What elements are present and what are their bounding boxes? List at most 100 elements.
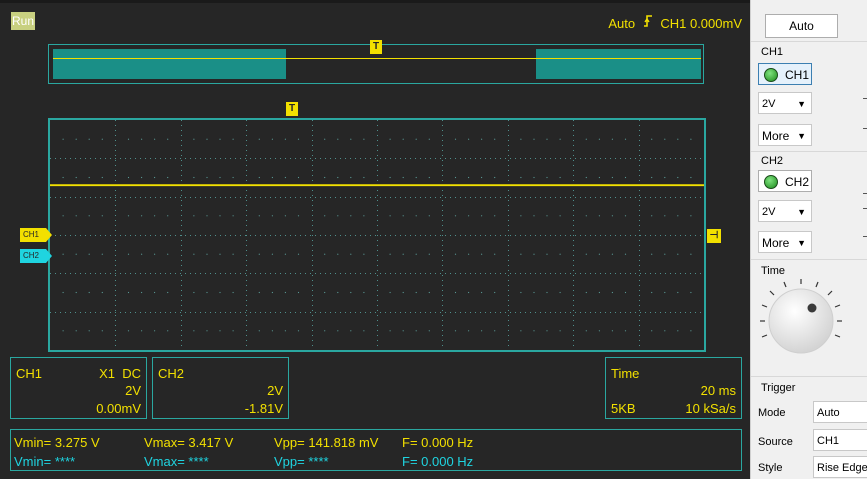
timebase-knob[interactable] (756, 275, 846, 365)
ch1-toggle-button[interactable]: CH1 (758, 63, 812, 85)
grid-minor-dot (219, 291, 221, 294)
chevron-down-icon: ▼ (797, 207, 806, 217)
grid-minor-dot (690, 215, 692, 217)
ch1-offset-marker[interactable]: CH1 (20, 228, 52, 242)
grid-minor-dot (585, 253, 587, 255)
grid-minor-dot (624, 176, 627, 179)
grid-minor-dot (167, 215, 169, 217)
grid-minor-dot (624, 215, 627, 217)
run-status-badge[interactable]: Run (11, 12, 35, 30)
grid-minor-dot (651, 138, 653, 140)
grid-minor-dot (664, 291, 666, 294)
grid-minor-dot (141, 291, 143, 294)
grid-minor-dot (258, 176, 260, 179)
grid-minor-dot (494, 330, 496, 332)
grid-minor-dot (454, 138, 457, 140)
knob-dial-icon (760, 279, 842, 354)
grid-minor-dot (284, 291, 286, 294)
grid-minor-dot (415, 330, 417, 332)
grid-minor-dot (219, 138, 221, 140)
trigger-source-select[interactable]: CH1 (813, 429, 867, 451)
grid-minor-dot (350, 215, 352, 217)
trigger-mode-text: Auto (608, 16, 636, 31)
ch2-status-led-icon (764, 175, 778, 189)
grid-minor-dot (677, 253, 679, 255)
grid-minor-dot (271, 253, 273, 255)
ch1-toggle-label: CH1 (785, 68, 810, 82)
ch2-volts-select[interactable]: 2V ▼ (758, 200, 812, 222)
grid-minor-dot (350, 330, 352, 332)
trigger-level-marker[interactable]: ⊣ (707, 229, 721, 243)
trigger-position-marker[interactable]: T (286, 102, 298, 116)
grid-minor-dot (127, 330, 130, 332)
grid-minor-dot (402, 138, 404, 140)
grid-minor-dot (677, 330, 679, 332)
grid-minor-dot (533, 176, 535, 179)
grid-minor-dot (664, 176, 666, 179)
grid-minor-dot (389, 176, 391, 179)
grid-minor-dot (415, 253, 417, 255)
grid-minor-dot (141, 176, 143, 179)
grid-minor-dot (520, 215, 522, 217)
auto-button[interactable]: Auto (765, 14, 838, 38)
trigger-style-select[interactable]: Rise Edge (813, 456, 867, 478)
grid-minor-dot (428, 291, 430, 294)
waveform-graticule[interactable] (48, 118, 706, 352)
ch2-toggle-button[interactable]: CH2 (758, 170, 812, 192)
grid-minor-dot (350, 138, 352, 140)
ch1-offset: 0.00mV (96, 401, 141, 416)
grid-minor-dot (585, 291, 587, 294)
grid-minor-dot (533, 330, 535, 332)
grid-minor-dot (219, 330, 221, 332)
grid-minor-dot (127, 215, 130, 217)
grid-minor-dot (598, 176, 601, 179)
grid-minor-dot (585, 215, 587, 217)
sample-rate: 10 kSa/s (685, 401, 736, 416)
grid-minor-dot (337, 138, 339, 140)
grid-minor-dot (284, 330, 286, 332)
grid-minor-dot (468, 215, 470, 217)
grid-minor-dot (690, 138, 692, 140)
grid-minor-dot (533, 138, 535, 140)
ch1-more-select[interactable]: More ▼ (758, 124, 812, 146)
grid-minor-dot (585, 176, 587, 179)
grid-minor-dot (494, 176, 496, 179)
ch2-offset-marker[interactable]: CH2 (20, 249, 52, 263)
grid-minor-dot (363, 176, 365, 179)
grid-minor-dot (75, 138, 77, 140)
grid-minor-dot (101, 138, 103, 140)
grid-minor-dot (297, 330, 300, 332)
trigger-source-level: CH1 0.000mV (660, 16, 742, 31)
overview-trigger-marker[interactable]: T (370, 40, 382, 54)
ch2-info-name: CH2 (158, 366, 185, 381)
grid-minor-dot (324, 291, 326, 294)
grid-minor-dot (415, 215, 417, 217)
grid-minor-dot (664, 215, 666, 217)
grid-minor-dot (468, 138, 470, 140)
grid-minor-dot (193, 215, 195, 217)
overview-left-segment (53, 49, 286, 79)
grid-minor-dot (611, 176, 614, 179)
grid-minor-dot (651, 330, 653, 332)
grid-minor-dot (651, 253, 653, 255)
grid-minor-dot (193, 176, 195, 179)
grid-minor-dot (468, 291, 470, 294)
grid-minor-dot (389, 138, 391, 140)
grid-minor-dot (454, 330, 457, 332)
grid-minor-dot (154, 215, 156, 217)
grid-minor-dot (219, 176, 221, 179)
grid-minor-dot (232, 253, 234, 255)
grid-minor-dot (402, 291, 404, 294)
trigger-mode-select[interactable]: Auto (813, 401, 867, 423)
ch2-more-select[interactable]: More ▼ (758, 231, 812, 253)
ch1-volts-select[interactable]: 2V ▼ (758, 92, 812, 114)
grid-minor-dot (167, 253, 169, 255)
grid-minor-dot (154, 291, 156, 294)
ch2-offset: -1.81V (244, 401, 283, 416)
grid-minor-dot (664, 330, 666, 332)
grid-minor-dot (546, 215, 548, 217)
grid-minor-dot (258, 291, 260, 294)
grid-minor-dot (284, 138, 286, 140)
grid-minor-dot (468, 330, 470, 332)
ch1-status-led-icon (764, 68, 778, 82)
